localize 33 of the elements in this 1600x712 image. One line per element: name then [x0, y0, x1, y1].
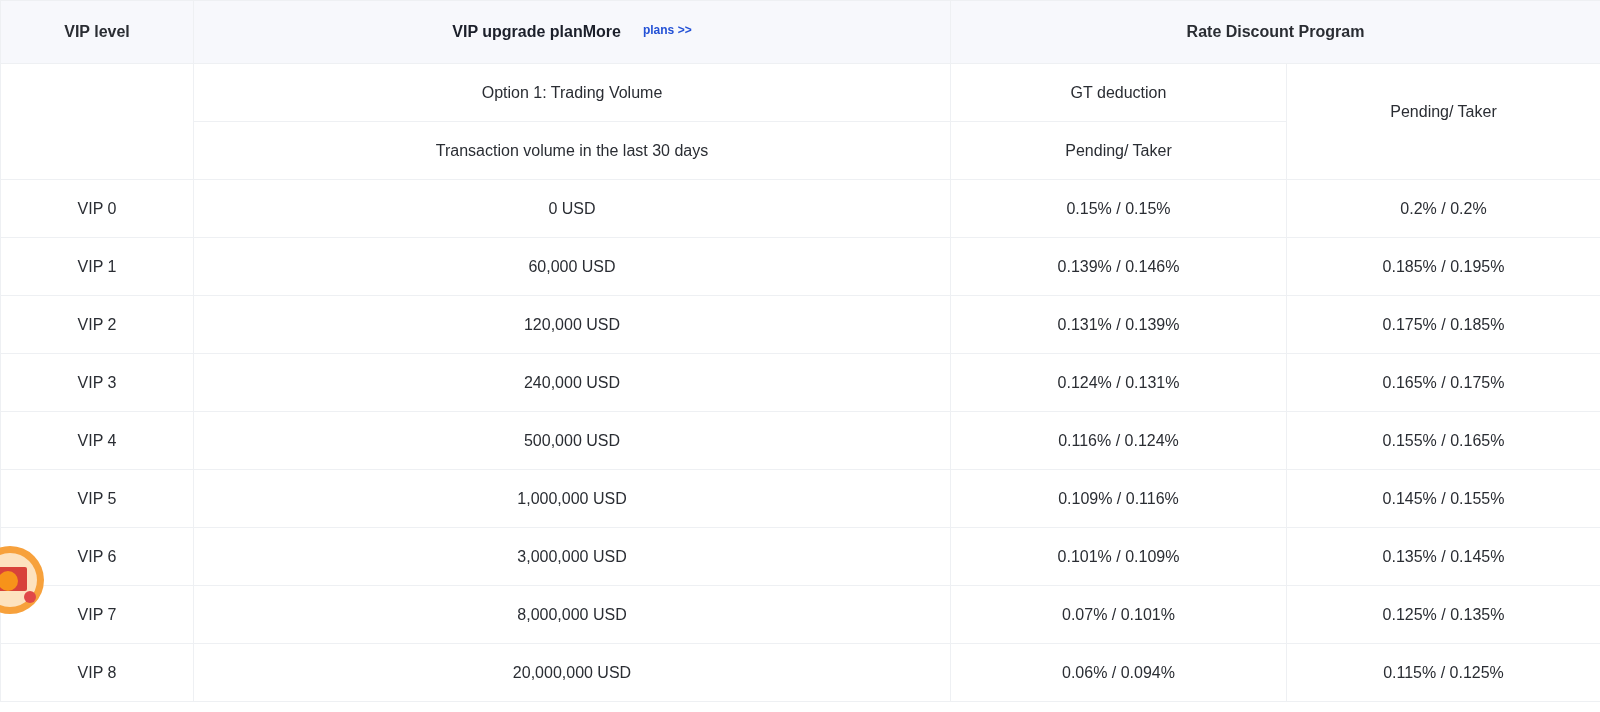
table-cell: VIP 5	[0, 469, 194, 528]
table-cell: 0.109% / 0.116%	[950, 469, 1287, 528]
table-cell: 240,000 USD	[193, 353, 951, 412]
table-cell: 60,000 USD	[193, 237, 951, 296]
table-cell: VIP 2	[0, 295, 194, 354]
table-cell: 0.15% / 0.15%	[950, 179, 1287, 238]
table-cell: GT deduction	[950, 63, 1287, 122]
table-cell: 3,000,000 USD	[193, 527, 951, 586]
table-cell: 0 USD	[193, 179, 951, 238]
table-cell: VIP 3	[0, 353, 194, 412]
table-cell: 500,000 USD	[193, 411, 951, 470]
table-cell: Transaction volume in the last 30 days	[193, 121, 951, 180]
more-plans-link[interactable]: plans >>	[642, 23, 692, 37]
column-header: VIP upgrade planMore	[452, 23, 621, 40]
table-cell: 0.131% / 0.139%	[950, 295, 1287, 354]
promo-coin-icon[interactable]	[0, 545, 45, 615]
table-cell: Option 1: Trading Volume	[193, 63, 951, 122]
table-cell: 0.139% / 0.146%	[950, 237, 1287, 296]
table-cell: 0.124% / 0.131%	[950, 353, 1287, 412]
table-cell: 8,000,000 USD	[193, 585, 951, 644]
table-cell: 0.116% / 0.124%	[950, 411, 1287, 470]
table-cell: 120,000 USD	[193, 295, 951, 354]
table-cell: VIP 0	[0, 179, 194, 238]
table-cell: 20,000,000 USD	[193, 643, 951, 702]
table-cell: 0.101% / 0.109%	[950, 527, 1287, 586]
column-header: Rate Discount Program	[950, 0, 1600, 64]
table-cell: VIP 4	[0, 411, 194, 470]
table-cell: 0.06% / 0.094%	[950, 643, 1287, 702]
table-cell: VIP 8	[0, 643, 194, 702]
table-cell: VIP 1	[0, 237, 194, 296]
table-cell: 1,000,000 USD	[193, 469, 951, 528]
column-header: VIP level	[0, 0, 194, 64]
table-cell: 0.07% / 0.101%	[950, 585, 1287, 644]
